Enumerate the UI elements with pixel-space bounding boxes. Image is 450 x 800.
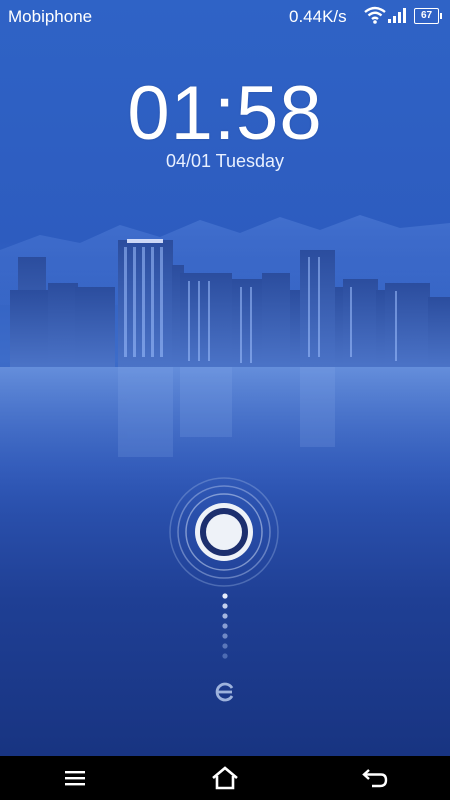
unlock-slider-handle[interactable]	[168, 476, 280, 588]
back-icon[interactable]	[355, 764, 395, 792]
unlock-target-icon[interactable]	[213, 680, 237, 704]
carrier-name: Mobiphone	[8, 7, 93, 26]
menu-icon[interactable]	[55, 764, 95, 792]
home-icon[interactable]	[205, 764, 245, 792]
network-speed: 0.44K/s	[289, 7, 347, 26]
navigation-bar	[0, 756, 450, 800]
swipe-hint-dots	[220, 592, 230, 667]
lock-screen: Mobiphone 0.44K/s 67 01:58 04/01 Tuesday	[0, 0, 450, 800]
city-skyline-wallpaper	[0, 195, 450, 515]
clock-time: 01:58	[127, 71, 323, 156]
battery-icon: 67	[414, 8, 442, 24]
status-bar: Mobiphone 0.44K/s 67	[0, 0, 450, 34]
wifi-icon	[364, 6, 386, 29]
clock-date: 04/01 Tuesday	[165, 151, 285, 171]
signal-icon	[388, 8, 408, 28]
